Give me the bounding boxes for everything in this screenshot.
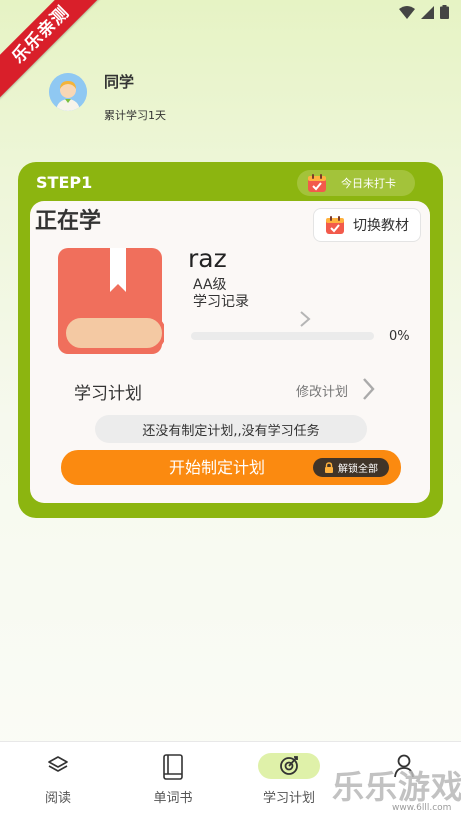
- lock-icon: [325, 462, 333, 473]
- tab-study-plan[interactable]: 学习计划: [243, 742, 335, 819]
- chevron-right-icon[interactable]: [298, 310, 312, 328]
- checkin-button[interactable]: 今日未打卡: [297, 170, 415, 196]
- tab-reading-label: 阅读: [44, 791, 71, 806]
- study-days: 累计学习1天: [104, 109, 166, 122]
- battery-icon: [440, 5, 449, 19]
- signal-icon: [421, 5, 434, 19]
- checkin-status: 今日未打卡: [341, 177, 396, 190]
- unlock-all-label: 解锁全部: [338, 464, 378, 475]
- start-plan-button[interactable]: 开始制定计划 解锁全部: [61, 450, 401, 485]
- book-name: raz: [188, 244, 227, 273]
- unlock-all-button[interactable]: 解锁全部: [313, 458, 389, 477]
- plan-title: 学习计划: [74, 384, 142, 404]
- learning-title: 正在学: [35, 209, 102, 234]
- brand-watermark: 乐乐游戏 www.6lll.com: [330, 762, 461, 819]
- step-label: STEP1: [36, 173, 93, 192]
- progress-percent: 0%: [389, 329, 410, 344]
- tab-wordbook-label: 单词书: [153, 791, 193, 806]
- study-record-link[interactable]: 学习记录: [193, 291, 249, 311]
- brand-watermark-url: www.6lll.com: [392, 803, 452, 813]
- book-cover-icon[interactable]: [58, 248, 164, 358]
- brand-watermark-title: 乐乐游戏: [332, 768, 461, 806]
- switch-textbook-label: 切换教材: [353, 218, 409, 234]
- calendar-icon: [326, 216, 344, 234]
- empty-plan-message: 还没有制定计划,,没有学习任务: [95, 415, 367, 443]
- switch-textbook-button[interactable]: 切换教材: [313, 208, 421, 242]
- tab-study-plan-label: 学习计划: [262, 791, 315, 806]
- chevron-right-icon[interactable]: [360, 377, 376, 401]
- tab-reading[interactable]: 阅读: [12, 742, 104, 819]
- calendar-icon: [308, 174, 326, 192]
- layers-icon: [48, 756, 68, 772]
- wifi-icon: [399, 5, 415, 19]
- book-icon: [163, 754, 183, 780]
- start-plan-label: 开始制定计划: [168, 458, 265, 477]
- target-icon: [280, 756, 298, 775]
- corner-watermark: 乐乐亲测: [0, 0, 110, 110]
- edit-plan-link[interactable]: 修改计划: [296, 381, 348, 400]
- tab-wordbook[interactable]: 单词书: [127, 742, 219, 819]
- progress-bar: [191, 332, 374, 340]
- corner-watermark-text: 乐乐亲测: [0, 0, 105, 99]
